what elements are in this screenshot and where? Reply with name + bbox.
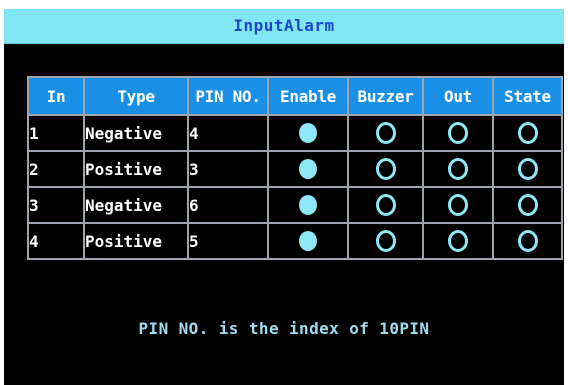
buzzer-cell[interactable] [347, 222, 424, 260]
table-row[interactable]: 4 Positive 5 [27, 222, 563, 260]
column-header-state: State [492, 76, 563, 116]
input-number-cell: 3 [27, 186, 85, 224]
column-header-in: In [27, 76, 85, 116]
buzzer-off-icon[interactable] [375, 158, 396, 180]
type-cell[interactable]: Positive [83, 150, 189, 188]
state-off-icon [517, 158, 538, 180]
out-cell[interactable] [422, 222, 494, 260]
state-cell [492, 222, 563, 260]
state-cell [492, 114, 563, 152]
buzzer-cell[interactable] [347, 186, 424, 224]
enable-cell[interactable] [267, 150, 349, 188]
column-header-type: Type [83, 76, 189, 116]
pin-number-cell[interactable]: 6 [187, 186, 269, 224]
table-row[interactable]: 3 Negative 6 [27, 186, 563, 224]
input-alarm-screen: InputAlarm In Type PIN NO. Enable Buzzer… [4, 9, 564, 385]
input-alarm-table: In Type PIN NO. Enable Buzzer Out State … [27, 76, 563, 260]
out-off-icon[interactable] [448, 122, 468, 144]
enable-cell[interactable] [267, 114, 349, 152]
buzzer-cell[interactable] [347, 114, 424, 152]
state-off-icon [517, 194, 538, 216]
out-cell[interactable] [422, 114, 494, 152]
table-row[interactable]: 1 Negative 4 [27, 114, 563, 152]
buzzer-off-icon[interactable] [375, 230, 396, 252]
enable-on-icon[interactable] [299, 159, 317, 180]
window-title: InputAlarm [233, 16, 335, 35]
column-header-enable: Enable [267, 76, 349, 116]
pin-number-cell[interactable]: 4 [187, 114, 269, 152]
enable-cell[interactable] [267, 222, 349, 260]
input-number-cell: 4 [27, 222, 85, 260]
out-off-icon[interactable] [448, 230, 468, 252]
buzzer-cell[interactable] [347, 150, 424, 188]
enable-on-icon[interactable] [299, 195, 317, 216]
state-off-icon [517, 122, 538, 144]
state-off-icon [517, 230, 538, 252]
table-row[interactable]: 2 Positive 3 [27, 150, 563, 188]
column-header-out: Out [422, 76, 494, 116]
out-off-icon[interactable] [448, 194, 468, 216]
type-cell[interactable]: Negative [83, 186, 189, 224]
pin-number-cell[interactable]: 5 [187, 222, 269, 260]
column-header-pin-no: PIN NO. [187, 76, 269, 116]
table-header-row: In Type PIN NO. Enable Buzzer Out State [27, 76, 563, 116]
enable-on-icon[interactable] [299, 123, 317, 144]
input-number-cell: 1 [27, 114, 85, 152]
state-cell [492, 150, 563, 188]
title-bar: InputAlarm [4, 9, 564, 44]
out-cell[interactable] [422, 150, 494, 188]
out-cell[interactable] [422, 186, 494, 224]
enable-cell[interactable] [267, 186, 349, 224]
state-cell [492, 186, 563, 224]
buzzer-off-icon[interactable] [375, 194, 396, 216]
type-cell[interactable]: Negative [83, 114, 189, 152]
pin-info-note: PIN NO. is the index of 10PIN [138, 319, 430, 338]
type-cell[interactable]: Positive [83, 222, 189, 260]
column-header-buzzer: Buzzer [347, 76, 424, 116]
input-number-cell: 2 [27, 150, 85, 188]
out-off-icon[interactable] [448, 158, 468, 180]
pin-number-cell[interactable]: 3 [187, 150, 269, 188]
enable-on-icon[interactable] [299, 231, 317, 252]
buzzer-off-icon[interactable] [375, 122, 396, 144]
